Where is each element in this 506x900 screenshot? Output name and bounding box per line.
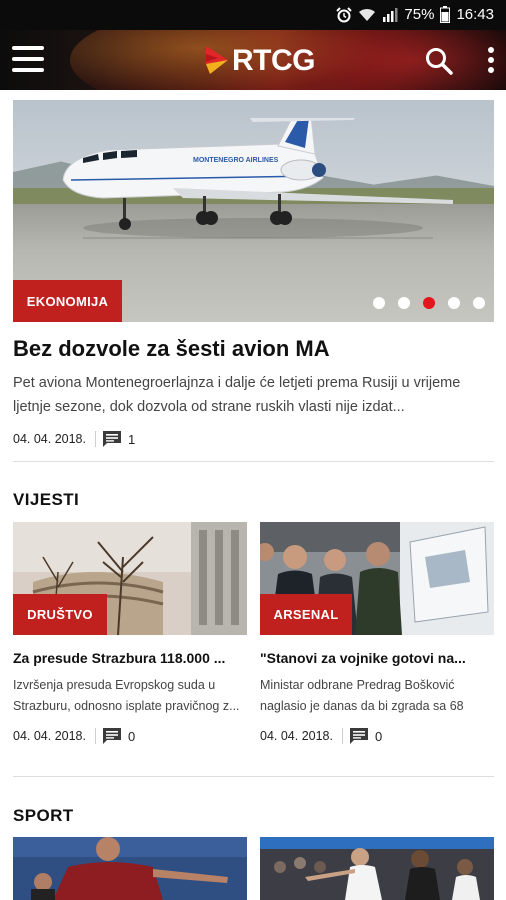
news-card-title[interactable]: Za presude Strazbura 118.000 ...	[13, 650, 247, 666]
comment-count: 0	[374, 728, 383, 744]
rtcg-logo[interactable]: RTCG	[204, 42, 316, 80]
section-title-sport[interactable]: SPORT	[13, 806, 74, 826]
carousel-dot[interactable]	[423, 297, 435, 309]
section-title-vijesti[interactable]: VIJESTI	[13, 490, 79, 510]
article-date: 04. 04. 2018.	[13, 729, 86, 743]
hamburger-icon[interactable]	[12, 46, 45, 74]
article-date: 04. 04. 2018.	[260, 729, 333, 743]
hero-article-title[interactable]: Bez dozvole za šesti avion MA	[13, 336, 494, 362]
news-card-meta: 04. 04. 2018. 0	[13, 727, 135, 745]
category-badge[interactable]: ARSENAL	[260, 594, 352, 635]
carousel-dot[interactable]	[373, 297, 385, 309]
news-card-title[interactable]: "Stanovi za vojnike gotovi na...	[260, 650, 494, 666]
hero-article-description[interactable]: Pet aviona Montenegroerlajnza i dalje će…	[13, 371, 494, 419]
app-bar: RTCG	[0, 30, 506, 90]
battery-icon	[440, 6, 451, 23]
hero-article-meta: 04. 04. 2018. 1	[13, 430, 135, 448]
wifi-icon	[359, 8, 376, 21]
status-bar: 75% 16:43	[0, 0, 506, 30]
comment-count: 0	[127, 728, 136, 744]
category-badge[interactable]: EKONOMIJA	[13, 280, 122, 322]
hero-article-image[interactable]: MONTENEGRO AIRLINES EKONOMIJA	[13, 100, 494, 322]
carousel-indicator	[373, 297, 485, 309]
more-vert-icon[interactable]	[484, 44, 498, 76]
comment-count: 1	[127, 431, 136, 447]
status-icons: 75% 16:43	[336, 6, 494, 23]
comment-icon[interactable]	[102, 430, 122, 448]
airplane-image: MONTENEGRO AIRLINES	[62, 118, 453, 239]
signal-icon	[383, 7, 398, 22]
logo-text: RTCG	[232, 44, 316, 77]
carousel-dot[interactable]	[448, 297, 460, 309]
news-card-description[interactable]: Izvršenja presuda Evropskog suda u Straz…	[13, 675, 247, 717]
news-card-meta: 04. 04. 2018. 0	[260, 727, 382, 745]
carousel-dot[interactable]	[398, 297, 410, 309]
category-badge[interactable]: DRUŠTVO	[13, 594, 107, 635]
sport-card-image[interactable]	[260, 837, 494, 900]
divider	[13, 776, 494, 777]
search-icon[interactable]	[424, 46, 454, 76]
article-date: 04. 04. 2018.	[13, 432, 86, 446]
news-card[interactable]: ARSENAL "Stanovi za vojnike gotovi na...…	[260, 522, 494, 752]
logo-mark-icon	[206, 46, 228, 74]
news-card[interactable]: DRUŠTVO Za presude Strazbura 118.000 ...…	[13, 522, 247, 752]
clock: 16:43	[456, 6, 494, 23]
svg-text:MONTENEGRO AIRLINES: MONTENEGRO AIRLINES	[193, 157, 279, 164]
comment-icon[interactable]	[349, 727, 369, 745]
battery-percent: 75%	[404, 6, 435, 23]
divider	[13, 461, 494, 462]
carousel-dot[interactable]	[473, 297, 485, 309]
sport-card-image[interactable]	[13, 837, 247, 900]
comment-icon[interactable]	[102, 727, 122, 745]
alarm-icon	[336, 6, 353, 22]
news-card-description[interactable]: Ministar odbrane Predrag Bošković naglas…	[260, 675, 494, 717]
